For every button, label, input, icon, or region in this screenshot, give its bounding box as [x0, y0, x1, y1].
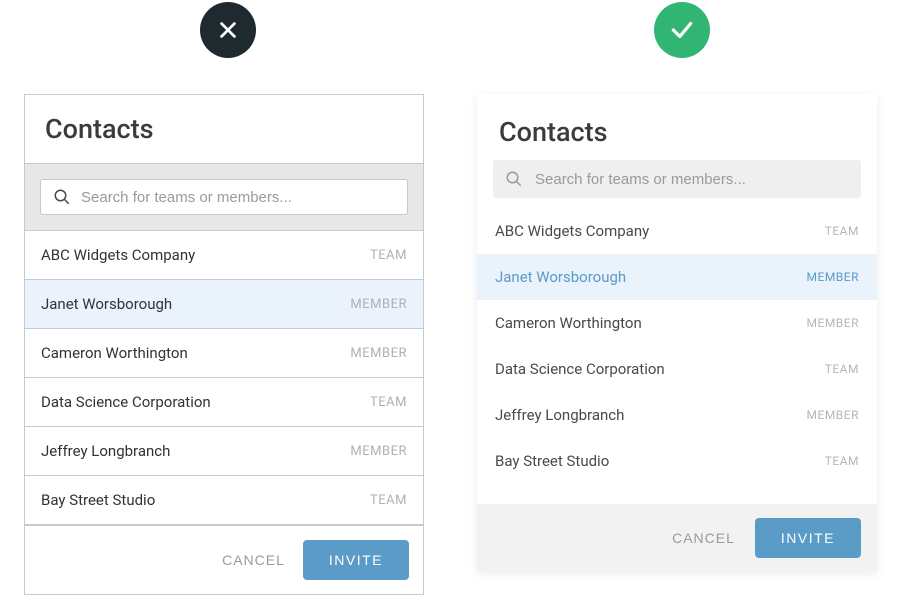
contact-name: Jeffrey Longbranch [41, 442, 170, 460]
search-input[interactable] [535, 171, 849, 188]
contact-type: TEAM [825, 224, 859, 238]
contact-name: Data Science Corporation [495, 360, 665, 378]
list-item[interactable]: Bay Street Studio TEAM [25, 476, 423, 525]
contact-name: ABC Widgets Company [495, 222, 649, 240]
contact-name: Bay Street Studio [41, 491, 155, 509]
contact-type: TEAM [825, 362, 859, 376]
contact-type: MEMBER [807, 316, 859, 330]
panel-title: Contacts [499, 116, 855, 148]
contact-type: TEAM [370, 395, 407, 410]
list-item[interactable]: Cameron Worthington MEMBER [25, 329, 423, 378]
contact-name: Janet Worsborough [495, 268, 626, 286]
list-item[interactable]: Bay Street Studio TEAM [477, 438, 877, 484]
contacts-panel-good: Contacts ABC Widgets Company TEAM Janet … [477, 94, 877, 572]
cancel-button[interactable]: CANCEL [222, 552, 285, 568]
list-item[interactable]: Jeffrey Longbranch MEMBER [25, 427, 423, 476]
bad-example-badge [200, 2, 256, 58]
invite-button[interactable]: INVITE [755, 518, 861, 558]
panel-footer: CANCEL INVITE [477, 504, 877, 572]
cross-icon [217, 19, 239, 41]
contact-name: Cameron Worthington [41, 344, 188, 362]
invite-button[interactable]: INVITE [303, 540, 409, 580]
panel-title: Contacts [45, 113, 403, 145]
panel-header: Contacts [25, 95, 423, 164]
check-icon [669, 17, 695, 43]
contact-name: ABC Widgets Company [41, 246, 195, 264]
search-field[interactable] [40, 179, 408, 215]
contact-name: Cameron Worthington [495, 314, 642, 332]
contact-type: MEMBER [807, 408, 859, 422]
search-bar-container [25, 164, 423, 231]
list-item[interactable]: Janet Worsborough MEMBER [477, 254, 877, 300]
panel-header: Contacts [477, 94, 877, 160]
search-input[interactable] [81, 189, 395, 206]
list-item[interactable]: ABC Widgets Company TEAM [477, 208, 877, 254]
search-bar-container [477, 160, 877, 208]
contact-type: MEMBER [807, 270, 859, 284]
list-item[interactable]: ABC Widgets Company TEAM [25, 231, 423, 280]
contact-type: MEMBER [350, 297, 407, 312]
contact-type: MEMBER [350, 346, 407, 361]
contact-list: ABC Widgets Company TEAM Janet Worsborou… [477, 208, 877, 504]
panel-footer: CANCEL INVITE [25, 525, 423, 594]
contacts-panel-bad: Contacts ABC Widgets Company TEAM Janet … [24, 94, 424, 595]
contact-name: Janet Worsborough [41, 295, 172, 313]
contact-name: Data Science Corporation [41, 393, 211, 411]
cancel-button[interactable]: CANCEL [672, 530, 735, 546]
search-field[interactable] [493, 160, 861, 198]
list-item[interactable]: Jeffrey Longbranch MEMBER [477, 392, 877, 438]
search-icon [505, 170, 523, 188]
contact-name: Jeffrey Longbranch [495, 406, 624, 424]
contact-type: MEMBER [350, 444, 407, 459]
contact-type: TEAM [825, 454, 859, 468]
search-icon [53, 188, 71, 206]
list-item[interactable]: Cameron Worthington MEMBER [477, 300, 877, 346]
contact-type: TEAM [370, 248, 407, 263]
list-item[interactable]: Data Science Corporation TEAM [477, 346, 877, 392]
good-example-badge [654, 2, 710, 58]
list-item[interactable]: Data Science Corporation TEAM [25, 378, 423, 427]
list-item[interactable]: Janet Worsborough MEMBER [25, 280, 423, 329]
contact-type: TEAM [370, 493, 407, 508]
contact-name: Bay Street Studio [495, 452, 609, 470]
